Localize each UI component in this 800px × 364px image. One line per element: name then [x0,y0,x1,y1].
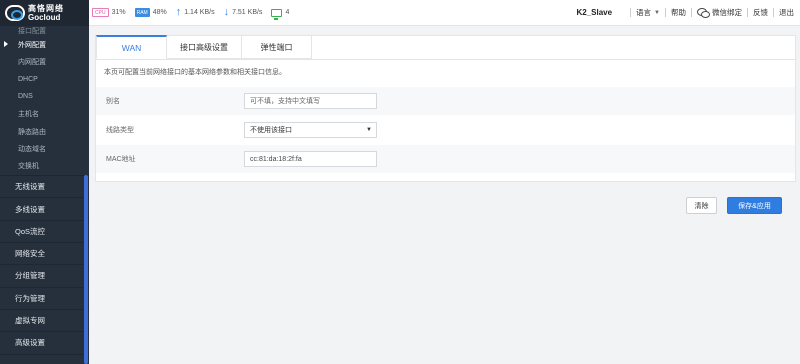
ram-stat: RAM 48% [134,8,167,17]
cpu-stat: CPU 31% [92,8,126,17]
line-type-value: 不使用该接口 [250,127,292,134]
devices-stat[interactable]: 4 [271,8,290,20]
sidebar-subitem-ddns[interactable]: 动态域名 [0,140,89,157]
devices-count: 4 [285,9,290,16]
caret-down-icon: ▼ [654,9,660,16]
brand-name-en: Gocloud [28,13,61,22]
divider [665,8,666,17]
divider [773,8,774,17]
sidebar-subitem-hostname[interactable]: 主机名 [0,106,89,123]
sidebar-subitem-lan[interactable]: 内网配置 [0,53,89,70]
tab-bar: WAN 接口高级设置 弹性端口 [96,35,312,59]
divider [747,8,748,17]
sidebar-item-wireless[interactable]: 无线设置 [0,176,89,199]
mac-input[interactable]: cc:81:da:18:2f:fa [244,151,377,167]
sidebar-item-advanced[interactable]: 高级设置 [0,332,89,355]
sub-menu: 接口配置 外网配置 内网配置 DHCP DNS 主机名 静态路由 动态域名 交换… [0,26,89,175]
cpu-value: 31% [111,9,126,16]
divider [691,8,692,17]
logout-link[interactable]: 退出 [779,7,794,18]
brand-name-cn: 高恪网络 [28,4,64,13]
logo: 高恪网络 Gocloud [0,0,89,26]
sidebar-item-qos[interactable]: QoS流控 [0,221,89,244]
download-arrow-icon: ↓ [223,6,230,18]
save-apply-button[interactable]: 保存&应用 [727,197,782,214]
sidebar-subitem-wan[interactable]: 外网配置 [0,36,89,53]
sidebar: 高恪网络 Gocloud 接口配置 外网配置 内网配置 DHCP DNS 主机名… [0,0,89,364]
active-arrow-icon [4,41,8,47]
wechat-icon [697,8,710,18]
line-type-row: 线路类型 不使用该接口 ▼ [96,116,795,144]
language-label: 语言 [636,8,652,17]
device-name: K2_Slave [576,8,613,17]
sidebar-item-security[interactable]: 网络安全 [0,243,89,266]
download-stat: ↓ 7.51 KB/s [223,6,263,18]
sidebar-subitem-switch[interactable]: 交换机 [0,158,89,175]
sidebar-subitem-dhcp[interactable]: DHCP [0,71,89,88]
language-menu[interactable]: 语言 ▼ [636,7,660,18]
sidebar-subitem-dns[interactable]: DNS [0,88,89,105]
sidebar-subitem-static-route[interactable]: 静态路由 [0,123,89,140]
upload-stat: ↑ 1.14 KB/s [175,6,215,18]
download-value: 7.51 KB/s [232,9,263,16]
mac-row: MAC地址 cc:81:da:18:2f:fa [96,145,795,173]
sidebar-item-vpn[interactable]: 虚拟专网 [0,310,89,333]
line-type-select[interactable]: 不使用该接口 ▼ [244,122,377,138]
mac-label: MAC地址 [106,156,136,163]
alias-input[interactable]: 可不填，支持中文填写 [244,93,377,109]
sidebar-item-behavior[interactable]: 行为管理 [0,288,89,310]
upload-arrow-icon: ↑ [175,6,182,18]
sidebar-subitem-interface[interactable]: 接口配置 [0,26,89,36]
tab-interface-advanced[interactable]: 接口高级设置 [167,35,242,59]
cpu-icon: CPU [92,8,109,17]
topbar-right: K2_Slave 语言 ▼ 帮助 微信绑定 反馈 退出 [576,0,800,25]
line-type-label: 线路类型 [106,127,134,134]
tab-divider [96,59,795,60]
cloud-logo-icon [5,5,25,21]
main-menu: 无线设置 多线设置 QoS流控 网络安全 分组管理 行为管理 虚拟专网 高级设置 [0,175,89,355]
sidebar-subitem-label: 外网配置 [18,41,46,49]
page-description: 本页可配置当前网络接口的基本网络参数和相关接口信息。 [104,69,286,76]
tab-wan[interactable]: WAN [96,35,167,59]
divider [630,8,632,17]
dropdown-arrow-icon: ▼ [366,127,372,133]
tab-elastic-port[interactable]: 弹性端口 [242,35,312,59]
clear-button[interactable]: 清除 [686,197,717,214]
alias-label: 别名 [106,98,120,105]
sidebar-scrollbar[interactable] [84,175,88,364]
ram-icon: RAM [134,8,150,17]
alias-row: 别名 可不填，支持中文填写 [96,87,795,115]
wan-config-panel: WAN 接口高级设置 弹性端口 本页可配置当前网络接口的基本网络参数和相关接口信… [95,35,796,182]
wechat-bind-label: 微信绑定 [712,8,742,17]
upload-value: 1.14 KB/s [184,9,215,16]
feedback-link[interactable]: 反馈 [753,7,768,18]
sidebar-item-groups[interactable]: 分组管理 [0,265,89,288]
monitor-icon [271,8,283,20]
wechat-bind-link[interactable]: 微信绑定 [697,7,742,18]
ram-value: 48% [152,9,167,16]
topbar: CPU 31% RAM 48% ↑ 1.14 KB/s ↓ 7.51 KB/s … [89,0,800,26]
sidebar-item-multiline[interactable]: 多线设置 [0,198,89,221]
help-link[interactable]: 帮助 [671,7,686,18]
